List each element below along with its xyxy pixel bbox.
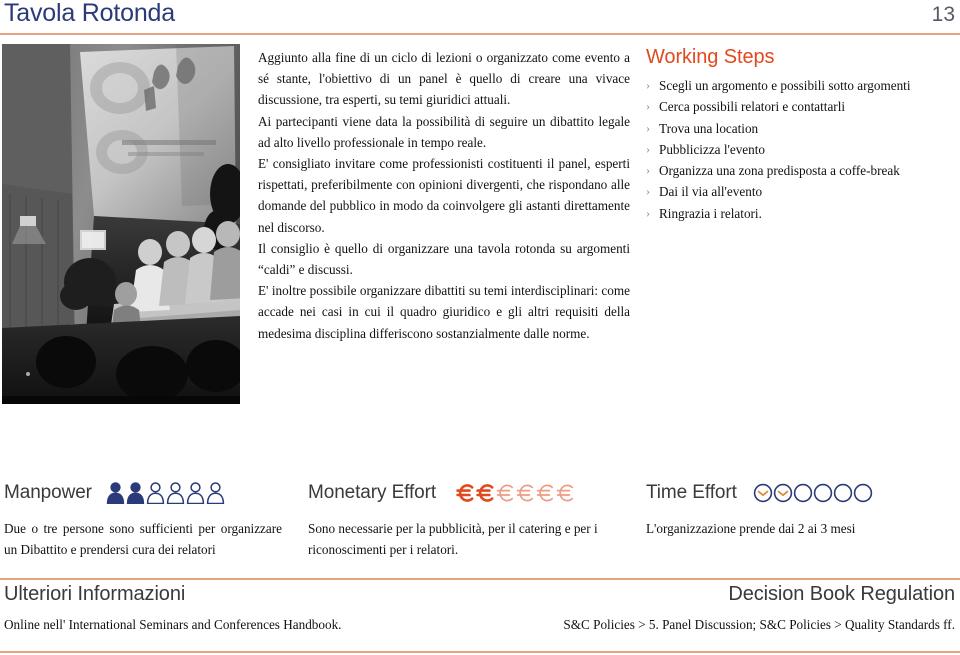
euro-icon [456,484,474,502]
page-number: 13 [931,3,955,26]
working-step-label: Pubblicizza l'evento [659,141,766,157]
working-step-item: › Trova una location [646,118,956,139]
metric-label: Time Effort [646,482,737,503]
metric-manpower: Manpower Due o tre persone sono sufficie… [4,478,300,560]
working-step-label: Scegli un argomento e possibili sotto ar… [659,78,911,93]
working-step-label: Ringrazia i relatori. [659,205,762,221]
body-paragraph: Il consiglio è quello di organizzare una… [258,240,630,278]
metric-header: Manpower [4,478,300,508]
clock-icon [773,483,792,503]
metric-label: Manpower [4,482,92,503]
chevron-right-icon: › [646,205,650,220]
working-step-label: Trova una location [659,120,759,136]
chevron-right-icon: › [646,163,650,178]
photo-graphic [2,44,240,404]
body-paragraph: Ai partecipanti viene data la possibilit… [258,113,630,150]
euro-icon [556,484,574,502]
working-step-label: Organizza una zona predisposta a coffe-b… [659,163,900,179]
working-steps-list: › Scegli un argomento e possibili sotto a… [646,75,956,224]
metric-time-effort: Time Effort L'organizzazione prende dai … [646,478,956,539]
metric-header: Time Effort [646,478,956,508]
metric-description: Sono necessarie per la pubblicità, per i… [308,521,598,558]
working-steps-section: Working Steps › Scegli un argomento e pos… [646,46,956,224]
clock-icon [853,483,872,503]
further-info-title: Ulteriori Informazioni [4,583,186,605]
decision-book-title: Decision Book Regulation [728,583,955,605]
working-step-item: › Organizza una zona predisposta a coffe-… [646,160,956,181]
chevron-right-icon: › [646,120,650,135]
chevron-right-icon: › [646,184,650,199]
panel-discussion-photo [2,44,240,404]
clock-icon [833,483,852,503]
person-icon [186,482,205,504]
person-icon [206,482,225,504]
working-step-item: › Cerca possibili relatori e contattarli [646,96,956,117]
body-text-column: Aggiunto alla fine di un ciclo di lezion… [258,47,630,344]
metric-header: Monetary Effort [308,478,638,508]
body-paragraph: E' inoltre possibile organizzare dibatti… [258,283,630,341]
metric-description: Due o tre persone sono sufficienti per o… [4,521,282,558]
euro-icon [476,484,494,502]
decision-book-subtitle: S&C Policies > 5. Panel Discussion; S&C … [563,617,955,632]
header-rule [0,33,960,35]
metrics-row: Manpower Due o tre persone sono sufficie… [0,478,960,568]
clock-icon [793,483,812,503]
working-step-item: › Scegli un argomento e possibili sotto a… [646,75,956,96]
footer-rule-bottom [0,651,960,653]
document-page: Tavola Rotonda 13 Aggiunto alla fine di … [0,0,960,655]
working-step-item: › Ringrazia i relatori. [646,203,956,224]
clock-icon [753,483,772,503]
person-icon [146,482,165,504]
euro-icon [516,484,534,502]
metric-label: Monetary Effort [308,482,437,503]
clock-icon [813,483,832,503]
page-header: Tavola Rotonda 13 [0,0,960,34]
body-paragraph: Aggiunto alla fine di un ciclo di lezion… [258,50,630,108]
chevron-right-icon: › [646,141,650,156]
metric-description: L'organizzazione prende dai 2 ai 3 mesi [646,521,856,536]
person-icon [166,482,185,504]
page-title: Tavola Rotonda [4,0,175,27]
chevron-right-icon: › [646,78,650,92]
person-icon [106,482,125,504]
euro-icon [536,484,554,502]
working-step-item: › Pubblicizza l'evento [646,139,956,160]
euro-icon [496,484,514,502]
working-step-label: Cerca possibili relatori e contattarli [659,99,846,115]
page-footer: Ulteriori Informazioni Decision Book Reg… [0,580,960,653]
further-info-subtitle: Online nell' International Seminars and … [4,617,342,632]
person-icon [126,482,145,504]
monetary-rating-icons [456,481,576,505]
body-paragraph: E' consigliato invitare come professioni… [258,156,630,235]
chevron-right-icon: › [646,99,650,114]
working-steps-title: Working Steps [646,46,775,68]
working-step-item: › Dai il via all'evento [646,181,956,202]
manpower-rating-icons [106,481,225,505]
metric-monetary-effort: Monetary Effort Sono necessarie per la p… [308,478,638,560]
time-rating-icons [753,481,873,505]
working-step-label: Dai il via all'evento [659,184,763,200]
